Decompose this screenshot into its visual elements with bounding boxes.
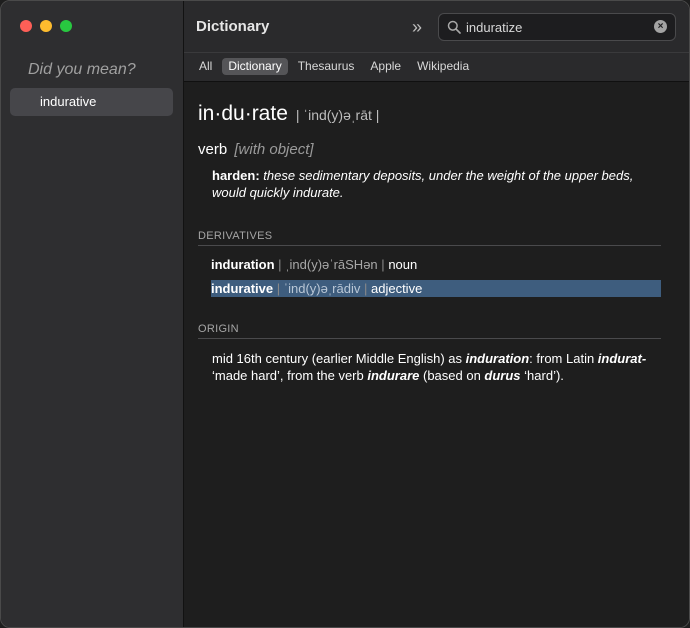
derivative-word: indurative [211,281,274,296]
search-input[interactable]: induratize [466,20,522,35]
origin-word: induration [465,351,530,366]
derivative-pos: noun [388,257,418,272]
origin-text-segment: (based on [419,368,485,383]
divider: | [363,281,368,296]
definition-word: harden: [212,168,260,183]
definition: harden: these sedimentary deposits, unde… [212,167,652,201]
tab-thesaurus[interactable]: Thesaurus [292,58,361,75]
derivatives-heading: DERIVATIVES [198,230,661,246]
toolbar-divider [184,52,689,53]
suggestion-item-indurative[interactable]: indurative [10,88,173,116]
tab-apple[interactable]: Apple [364,58,407,75]
did-you-mean-heading: Did you mean? [28,61,136,78]
toolbar: Dictionary » induratize × All Dictionary… [184,1,689,82]
origin-word: indurat- [597,351,647,366]
sidebar: Did you mean? indurative [1,1,184,627]
clear-search-icon[interactable]: × [654,20,667,33]
grammar-note: [with object] [234,141,314,158]
origin-text: mid 16th century (earlier Middle English… [212,350,672,384]
divider: | [278,257,282,272]
app-title: Dictionary [196,18,270,35]
derivative-word: induration [211,257,275,272]
origin-text-segment: mid 16th century (earlier Middle English… [212,351,466,366]
part-of-speech: verb [198,141,228,158]
definition-example: these sedimentary deposits, under the we… [212,168,634,200]
origin-heading: ORIGIN [198,323,661,339]
divider: | [276,281,281,296]
minimize-window-button[interactable] [40,20,52,32]
tab-wikipedia[interactable]: Wikipedia [411,58,475,75]
derivative-pronunciation: ˈind(y)əˌrādiv [283,281,361,296]
origin-word: indurare [367,368,420,383]
origin-text-segment: ‘made hard’, from the verb [212,368,368,383]
close-window-button[interactable] [20,20,32,32]
headword-pronunciation: | ˈind(y)əˌrāt | [295,107,380,123]
search-icon [447,20,461,34]
origin-text-segment: ‘hard’). [520,368,564,383]
origin-text-segment: : from Latin [529,351,598,366]
part-of-speech-line: verb [with object] [198,141,314,158]
tab-dictionary[interactable]: Dictionary [222,58,288,75]
zoom-window-button[interactable] [60,20,72,32]
main-pane: Dictionary » induratize × All Dictionary… [184,1,689,627]
source-tabs: All Dictionary Thesaurus Apple Wikipedia [193,58,475,75]
chevron-forward-icon[interactable]: » [412,17,422,38]
origin-word: durus [484,368,521,383]
headword-line: in·du·rate | ˈind(y)əˌrāt | [198,102,379,126]
dictionary-window: Did you mean? indurative Dictionary » in… [0,0,690,628]
derivative-row-selected[interactable]: indurative | ˈind(y)əˌrādiv | adjective [211,280,661,297]
entry-content: in·du·rate | ˈind(y)əˌrāt | verb [with ob… [184,82,689,627]
derivative-pronunciation: ˌind(y)əˈrāSHən [285,257,378,272]
headword: in·du·rate [198,102,288,125]
tab-all[interactable]: All [193,58,218,75]
derivative-row[interactable]: induration | ˌind(y)əˈrāSHən | noun [211,256,661,273]
derivative-pos: adjective [370,281,423,296]
search-field[interactable]: induratize × [438,13,676,41]
divider: | [381,257,385,272]
